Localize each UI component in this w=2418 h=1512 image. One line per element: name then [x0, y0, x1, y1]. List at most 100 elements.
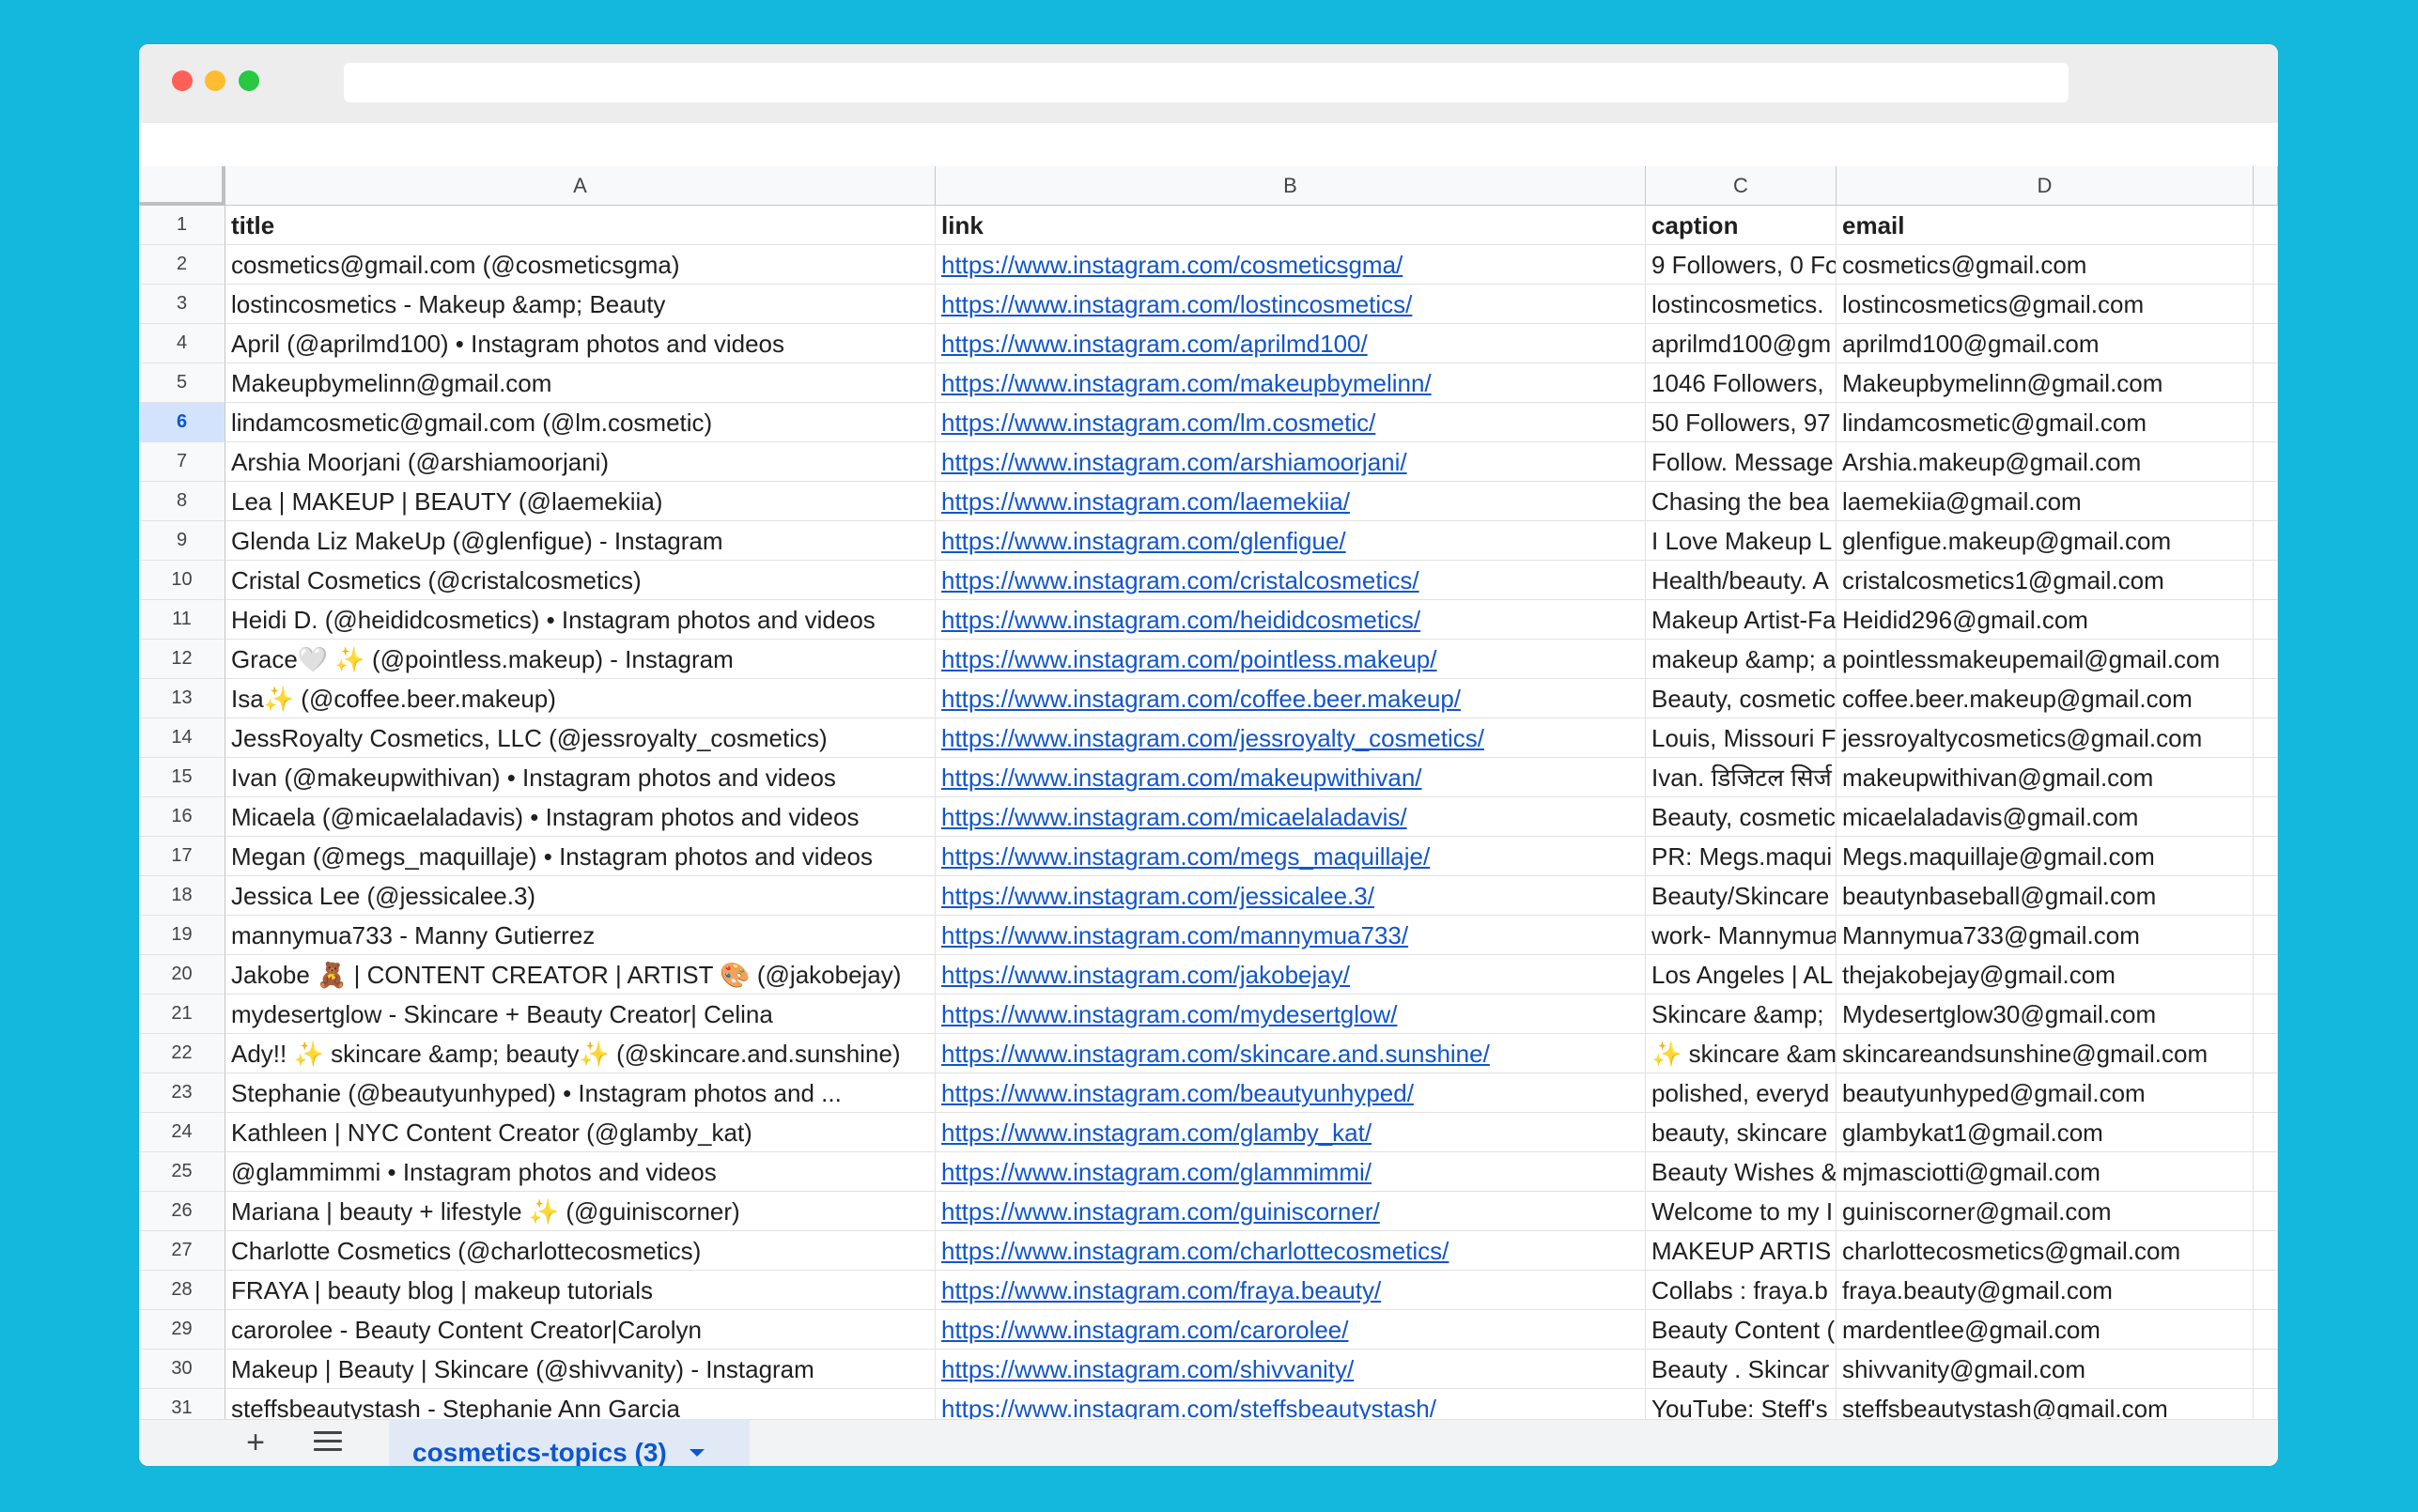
link-cell[interactable]: https://www.instagram.com/glammimmi/	[936, 1152, 1646, 1192]
table-cell[interactable]: makeup &amp; a	[1646, 640, 1837, 679]
add-sheet-button[interactable]: +	[239, 1426, 272, 1459]
table-cell[interactable]	[2254, 876, 2278, 916]
link-cell[interactable]: https://www.instagram.com/jessicalee.3/	[936, 876, 1646, 916]
column-header-a[interactable]: A	[225, 166, 936, 206]
table-cell[interactable]	[2254, 640, 2278, 679]
link-cell[interactable]: https://www.instagram.com/megs_maquillaj…	[936, 837, 1646, 876]
table-cell[interactable]	[2254, 758, 2278, 797]
row-number[interactable]: 16	[139, 797, 225, 837]
table-cell[interactable]: PR: Megs.maqui	[1646, 837, 1837, 876]
table-cell[interactable]	[2254, 1271, 2278, 1310]
table-cell[interactable]: Mydesertglow30@gmail.com	[1837, 995, 2254, 1034]
table-cell[interactable]: steffsbeautystash - Stephanie Ann Garcia	[225, 1389, 936, 1419]
table-cell[interactable]	[2254, 442, 2278, 482]
table-cell[interactable]	[2254, 363, 2278, 403]
table-cell[interactable]	[2254, 600, 2278, 640]
sheet-tab-active[interactable]: cosmetics-topics (3)	[389, 1419, 750, 1466]
table-cell[interactable]: Beauty Wishes &	[1646, 1152, 1837, 1192]
table-cell[interactable]: Jessica Lee (@jessicalee.3)	[225, 876, 936, 916]
link-cell[interactable]: https://www.instagram.com/coffee.beer.ma…	[936, 679, 1646, 718]
link-cell[interactable]: https://www.instagram.com/shivvanity/	[936, 1350, 1646, 1389]
table-cell[interactable]: fraya.beauty@gmail.com	[1837, 1271, 2254, 1310]
link-cell[interactable]: https://www.instagram.com/guiniscorner/	[936, 1192, 1646, 1231]
table-cell[interactable]	[2254, 206, 2278, 245]
table-cell[interactable]: 1046 Followers,	[1646, 363, 1837, 403]
link-cell[interactable]: https://www.instagram.com/makeupbymelinn…	[936, 363, 1646, 403]
table-cell[interactable]: coffee.beer.makeup@gmail.com	[1837, 679, 2254, 718]
row-number[interactable]: 19	[139, 916, 225, 955]
table-cell[interactable]: @glammimmi • Instagram photos and videos	[225, 1152, 936, 1192]
table-cell[interactable]: skincareandsunshine@gmail.com	[1837, 1034, 2254, 1073]
table-cell[interactable]: charlottecosmetics@gmail.com	[1837, 1231, 2254, 1271]
all-sheets-menu-icon[interactable]	[314, 1431, 342, 1454]
link-cell[interactable]: https://www.instagram.com/aprilmd100/	[936, 324, 1646, 363]
table-cell[interactable]: Isa✨ (@coffee.beer.makeup)	[225, 679, 936, 718]
row-number[interactable]: 12	[139, 640, 225, 679]
table-cell[interactable]: laemekiia@gmail.com	[1837, 482, 2254, 521]
table-cell[interactable]	[2254, 561, 2278, 600]
table-cell[interactable]: Heidid296@gmail.com	[1837, 600, 2254, 640]
table-cell[interactable]: Heidi D. (@heididcosmetics) • Instagram …	[225, 600, 936, 640]
table-cell[interactable]: work- Mannymua	[1646, 916, 1837, 955]
address-bar[interactable]	[344, 63, 2069, 102]
link-cell[interactable]: https://www.instagram.com/skincare.and.s…	[936, 1034, 1646, 1073]
link-cell[interactable]: https://www.instagram.com/mannymua733/	[936, 916, 1646, 955]
table-cell[interactable]: beautynbaseball@gmail.com	[1837, 876, 2254, 916]
column-header-c[interactable]: C	[1646, 166, 1837, 206]
table-cell[interactable]: mannymua733 - Manny Gutierrez	[225, 916, 936, 955]
table-cell[interactable]: lindamcosmetic@gmail.com (@lm.cosmetic)	[225, 403, 936, 442]
link-cell[interactable]: https://www.instagram.com/carorolee/	[936, 1310, 1646, 1350]
table-cell[interactable]: cosmetics@gmail.com (@cosmeticsgma)	[225, 245, 936, 285]
link-cell[interactable]: https://www.instagram.com/cristalcosmeti…	[936, 561, 1646, 600]
table-cell[interactable]: lostincosmetics - Makeup &amp; Beauty	[225, 285, 936, 324]
table-cell[interactable]: cosmetics@gmail.com	[1837, 245, 2254, 285]
table-cell[interactable]: Chasing the bea	[1646, 482, 1837, 521]
row-number[interactable]: 15	[139, 758, 225, 797]
row-number[interactable]: 29	[139, 1310, 225, 1350]
table-cell[interactable]: Jakobe 🧸 | CONTENT CREATOR | ARTIST 🎨 (@…	[225, 955, 936, 995]
minimize-window-button[interactable]	[205, 70, 225, 91]
table-cell[interactable]: Makeupbymelinn@gmail.com	[225, 363, 936, 403]
row-number[interactable]: 18	[139, 876, 225, 916]
table-cell[interactable]	[2254, 1152, 2278, 1192]
table-cell[interactable]	[2254, 1192, 2278, 1231]
link-cell[interactable]: https://www.instagram.com/mydesertglow/	[936, 995, 1646, 1034]
table-cell[interactable]: Health/beauty. A	[1646, 561, 1837, 600]
table-cell[interactable]: aprilmd100@gmail.com	[1837, 324, 2254, 363]
row-number[interactable]: 2	[139, 245, 225, 285]
table-cell[interactable]	[2254, 797, 2278, 837]
table-cell[interactable]	[2254, 1350, 2278, 1389]
table-cell[interactable]: Ady!! ✨ skincare &amp; beauty✨ (@skincar…	[225, 1034, 936, 1073]
row-number[interactable]: 4	[139, 324, 225, 363]
row-number[interactable]: 28	[139, 1271, 225, 1310]
table-cell[interactable]: glambykat1@gmail.com	[1837, 1113, 2254, 1152]
table-cell[interactable]: 50 Followers, 97	[1646, 403, 1837, 442]
table-cell[interactable]	[2254, 718, 2278, 758]
table-cell[interactable]: Skincare &amp;	[1646, 995, 1837, 1034]
header-cell[interactable]: title	[225, 206, 936, 245]
chevron-down-icon[interactable]	[689, 1449, 705, 1457]
link-cell[interactable]: https://www.instagram.com/heididcosmetic…	[936, 600, 1646, 640]
table-cell[interactable]	[2254, 679, 2278, 718]
table-cell[interactable]	[2254, 245, 2278, 285]
row-number[interactable]: 20	[139, 955, 225, 995]
table-cell[interactable]: Mariana | beauty + lifestyle ✨ (@guinisc…	[225, 1192, 936, 1231]
header-cell[interactable]: link	[936, 206, 1646, 245]
table-cell[interactable]	[2254, 837, 2278, 876]
link-cell[interactable]: https://www.instagram.com/glenfigue/	[936, 521, 1646, 561]
link-cell[interactable]: https://www.instagram.com/arshiamoorjani…	[936, 442, 1646, 482]
table-cell[interactable]	[2254, 482, 2278, 521]
row-number[interactable]: 11	[139, 600, 225, 640]
table-cell[interactable]: Megan (@megs_maquillaje) • Instagram pho…	[225, 837, 936, 876]
table-cell[interactable]: Grace🤍 ✨ (@pointless.makeup) - Instagram	[225, 640, 936, 679]
table-cell[interactable]: glenfigue.makeup@gmail.com	[1837, 521, 2254, 561]
row-number[interactable]: 21	[139, 995, 225, 1034]
table-cell[interactable]: Arshia.makeup@gmail.com	[1837, 442, 2254, 482]
table-cell[interactable]	[2254, 324, 2278, 363]
row-number[interactable]: 3	[139, 285, 225, 324]
table-cell[interactable]: Makeupbymelinn@gmail.com	[1837, 363, 2254, 403]
row-number[interactable]: 1	[139, 206, 225, 245]
table-cell[interactable]	[2254, 1034, 2278, 1073]
table-cell[interactable]: Ivan (@makeupwithivan) • Instagram photo…	[225, 758, 936, 797]
table-cell[interactable]: 9 Followers, 0 Fo	[1646, 245, 1837, 285]
